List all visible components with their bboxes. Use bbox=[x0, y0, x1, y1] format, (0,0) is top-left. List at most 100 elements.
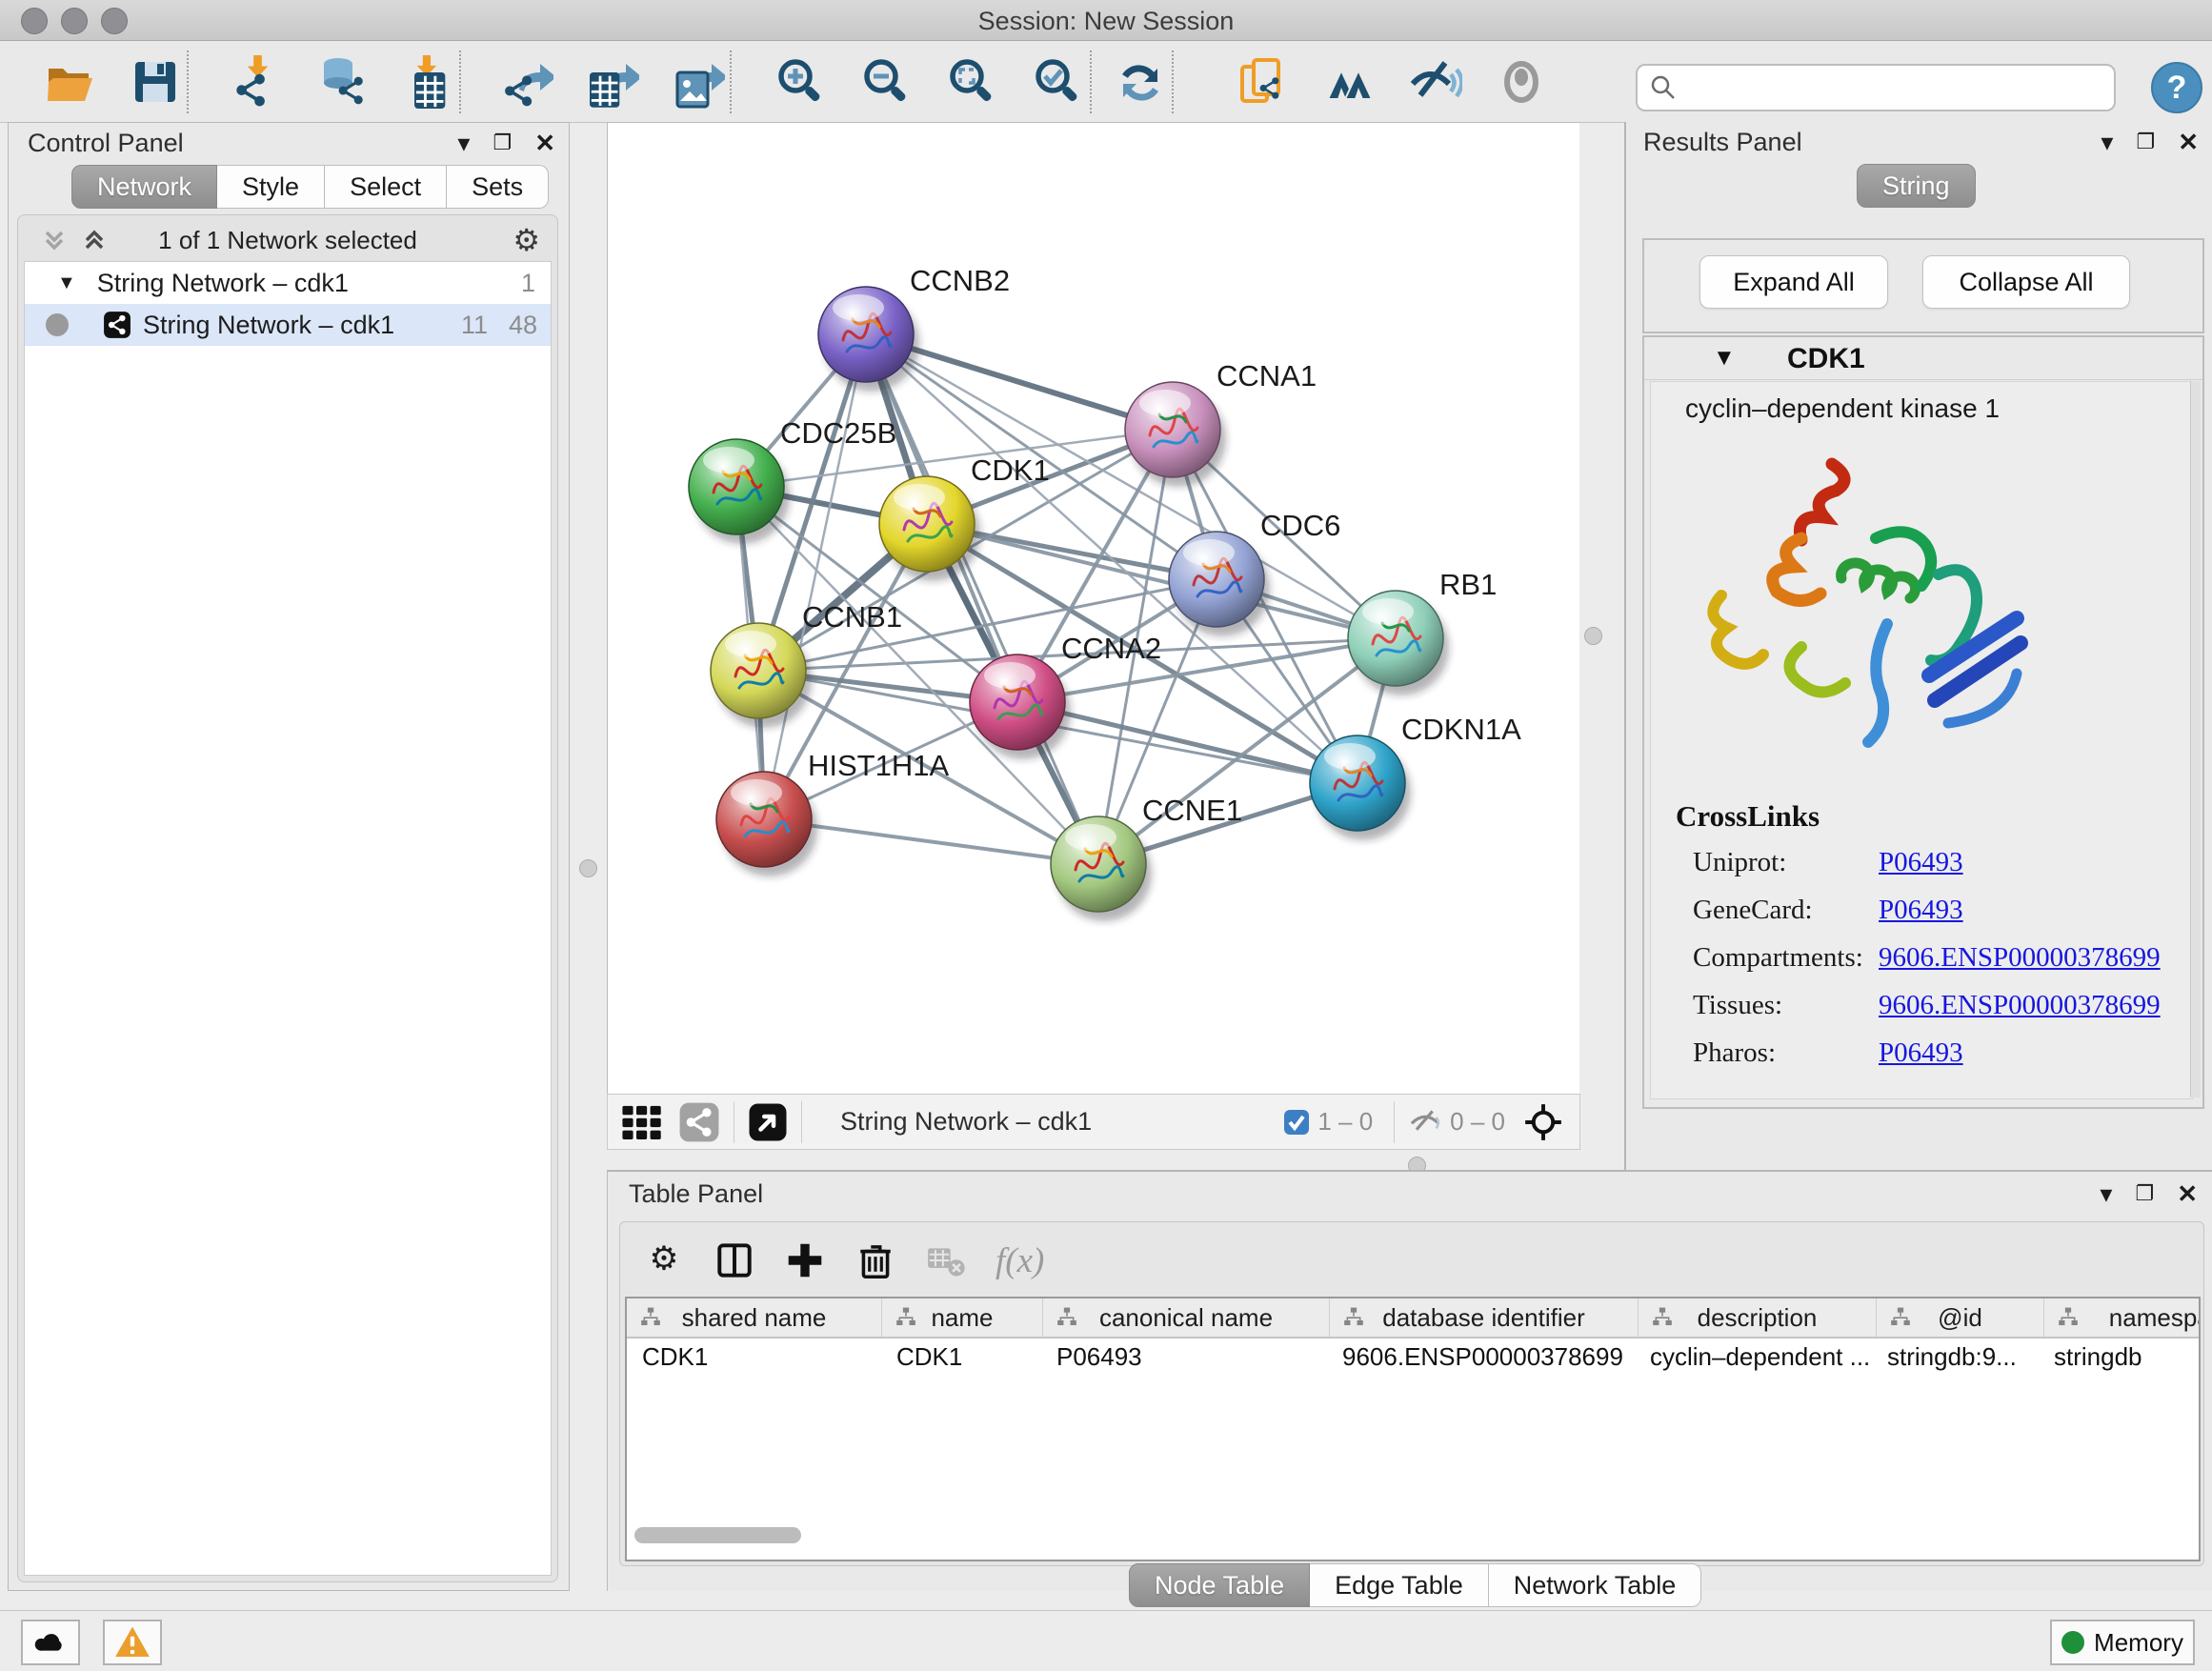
cloud-button[interactable] bbox=[21, 1620, 80, 1665]
panel-menu-icon[interactable]: ▾ bbox=[457, 131, 470, 155]
crosslink-value[interactable]: P06493 bbox=[1879, 847, 1963, 878]
tab-string[interactable]: String bbox=[1857, 164, 1976, 208]
table-cell[interactable]: 9606.ENSP00000378699 bbox=[1327, 1339, 1635, 1375]
hidden-eye-icon[interactable] bbox=[1408, 1105, 1442, 1139]
gear-icon[interactable]: ⚙ bbox=[513, 222, 540, 258]
export-image-button[interactable] bbox=[671, 54, 726, 110]
tab-network-table[interactable]: Network Table bbox=[1489, 1563, 1702, 1607]
network-collection-row[interactable]: ▼ String Network – cdk1 1 bbox=[25, 262, 551, 304]
tab-select[interactable]: Select bbox=[325, 165, 447, 209]
crosslink-value[interactable]: P06493 bbox=[1879, 1037, 1963, 1069]
warning-button[interactable] bbox=[103, 1620, 162, 1665]
columns-button[interactable] bbox=[714, 1239, 755, 1281]
crosslink-value[interactable]: 9606.ENSP00000378699 bbox=[1879, 990, 2161, 1021]
left-splitter-handle[interactable] bbox=[579, 859, 597, 877]
panel-float-icon[interactable]: ❐ bbox=[493, 132, 512, 153]
zoom-out-button[interactable] bbox=[859, 54, 915, 110]
node-CDKN1A[interactable] bbox=[1310, 735, 1411, 840]
table-row[interactable]: CDK1CDK1P064939606.ENSP00000378699cyclin… bbox=[627, 1339, 2201, 1375]
function-builder-icon[interactable]: f(x) bbox=[995, 1240, 1044, 1281]
network-canvas[interactable]: CCNB2CCNA1CDC25BCDK1CDC6RB1CCNB1CCNA2CDK… bbox=[607, 122, 1579, 1095]
gear-icon: ⚙ bbox=[643, 1239, 685, 1281]
node-section-header[interactable]: ▼ CDK1 bbox=[1644, 337, 2202, 380]
birdseye-view-icon[interactable] bbox=[748, 1102, 788, 1142]
save-button[interactable] bbox=[128, 54, 183, 110]
show-all-button[interactable] bbox=[1494, 54, 1549, 110]
column-header[interactable]: @id bbox=[1877, 1299, 2044, 1337]
crosslink-value[interactable]: P06493 bbox=[1879, 895, 1963, 926]
crosslink-value[interactable]: 9606.ENSP00000378699 bbox=[1879, 942, 2161, 974]
panel-menu-icon[interactable]: ▾ bbox=[2100, 1181, 2112, 1206]
table-cell[interactable]: CDK1 bbox=[627, 1339, 881, 1375]
node-CDC25B[interactable] bbox=[689, 439, 790, 544]
node-CCNA1[interactable] bbox=[1125, 382, 1226, 487]
window-title: Session: New Session bbox=[0, 7, 2212, 36]
node-RB1[interactable] bbox=[1348, 591, 1449, 695]
table-cell[interactable]: stringdb:9... bbox=[1872, 1339, 2039, 1375]
expand-all-button[interactable]: Expand All bbox=[1699, 255, 1888, 309]
collapse-caret-icon[interactable]: ▼ bbox=[1713, 345, 1736, 372]
panel-float-icon[interactable]: ❐ bbox=[2135, 1183, 2154, 1204]
edge-CCNB2-HIST1H1A[interactable] bbox=[764, 334, 866, 819]
delete-table-button[interactable] bbox=[925, 1239, 967, 1281]
tab-network[interactable]: Network bbox=[71, 165, 217, 209]
share-network-icon[interactable] bbox=[678, 1101, 720, 1143]
tree-expander-icon[interactable]: ▼ bbox=[57, 272, 76, 294]
column-header[interactable]: namespace bbox=[2044, 1299, 2201, 1337]
import-network-button[interactable] bbox=[229, 54, 284, 110]
table-cell[interactable]: CDK1 bbox=[881, 1339, 1041, 1375]
tab-style[interactable]: Style bbox=[217, 165, 325, 209]
node-CCNB2[interactable] bbox=[818, 287, 919, 392]
right-splitter-handle[interactable] bbox=[1584, 627, 1602, 645]
crosslink-row: Pharos: P06493 bbox=[1693, 1037, 2161, 1069]
table-cell[interactable]: P06493 bbox=[1041, 1339, 1327, 1375]
zoom-selected-button[interactable] bbox=[1031, 54, 1086, 110]
column-header[interactable]: shared name bbox=[627, 1299, 882, 1337]
collapse-all-button[interactable]: Collapse All bbox=[1922, 255, 2130, 309]
node-CDK1[interactable] bbox=[879, 476, 980, 581]
open-folder-button[interactable] bbox=[42, 54, 97, 110]
first-neighbors-button[interactable] bbox=[1322, 54, 1377, 110]
delete-column-button[interactable] bbox=[855, 1239, 896, 1281]
table-hscrollbar[interactable] bbox=[634, 1527, 801, 1543]
apply-layout-button[interactable] bbox=[1113, 54, 1168, 110]
search-input[interactable] bbox=[1678, 74, 2114, 101]
column-header[interactable]: canonical name bbox=[1043, 1299, 1330, 1337]
column-header[interactable]: description bbox=[1639, 1299, 1877, 1337]
zoom-in-button[interactable] bbox=[774, 54, 829, 110]
node-CDC6[interactable] bbox=[1169, 532, 1270, 636]
export-network-button[interactable] bbox=[499, 54, 554, 110]
import-table-button[interactable] bbox=[400, 54, 455, 110]
node-CCNE1[interactable] bbox=[1051, 816, 1152, 921]
node-CCNA2[interactable] bbox=[970, 654, 1071, 759]
table-cell[interactable]: stringdb bbox=[2039, 1339, 2201, 1375]
tab-edge-table[interactable]: Edge Table bbox=[1310, 1563, 1489, 1607]
panel-close-icon[interactable]: ✕ bbox=[2177, 1181, 2198, 1206]
panel-menu-icon[interactable]: ▾ bbox=[2101, 130, 2113, 154]
network-row[interactable]: String Network – cdk1 11 48 bbox=[25, 304, 551, 346]
zoom-fit-button[interactable] bbox=[945, 54, 1000, 110]
results-scrollbar[interactable] bbox=[2190, 381, 2201, 1097]
panel-close-icon[interactable]: ✕ bbox=[2178, 130, 2199, 154]
import-database-button[interactable] bbox=[314, 54, 370, 110]
clone-network-button[interactable] bbox=[1237, 54, 1292, 110]
add-column-button[interactable] bbox=[784, 1239, 826, 1281]
help-button[interactable]: ? bbox=[2151, 62, 2202, 113]
column-header[interactable]: database identifier bbox=[1330, 1299, 1639, 1337]
tab-node-table[interactable]: Node Table bbox=[1129, 1563, 1310, 1607]
gear-button[interactable]: ⚙ bbox=[643, 1239, 685, 1281]
selected-checkbox[interactable] bbox=[1283, 1109, 1310, 1136]
node-table[interactable]: shared namenamecanonical namedatabase id… bbox=[625, 1297, 2201, 1561]
column-header[interactable]: name bbox=[882, 1299, 1043, 1337]
table-cell[interactable]: cyclin–dependent ... bbox=[1635, 1339, 1872, 1375]
memory-button[interactable]: Memory bbox=[2050, 1620, 2195, 1665]
crosshair-icon[interactable] bbox=[1522, 1101, 1564, 1143]
hide-selected-button[interactable] bbox=[1408, 54, 1463, 110]
panel-close-icon[interactable]: ✕ bbox=[534, 131, 555, 155]
tab-sets[interactable]: Sets bbox=[447, 165, 549, 209]
export-table-button[interactable] bbox=[585, 54, 640, 110]
grid-view-icon[interactable] bbox=[619, 1099, 665, 1145]
panel-float-icon[interactable]: ❐ bbox=[2136, 131, 2155, 152]
node-HIST1H1A[interactable] bbox=[716, 772, 817, 876]
search-box[interactable] bbox=[1636, 64, 2116, 111]
